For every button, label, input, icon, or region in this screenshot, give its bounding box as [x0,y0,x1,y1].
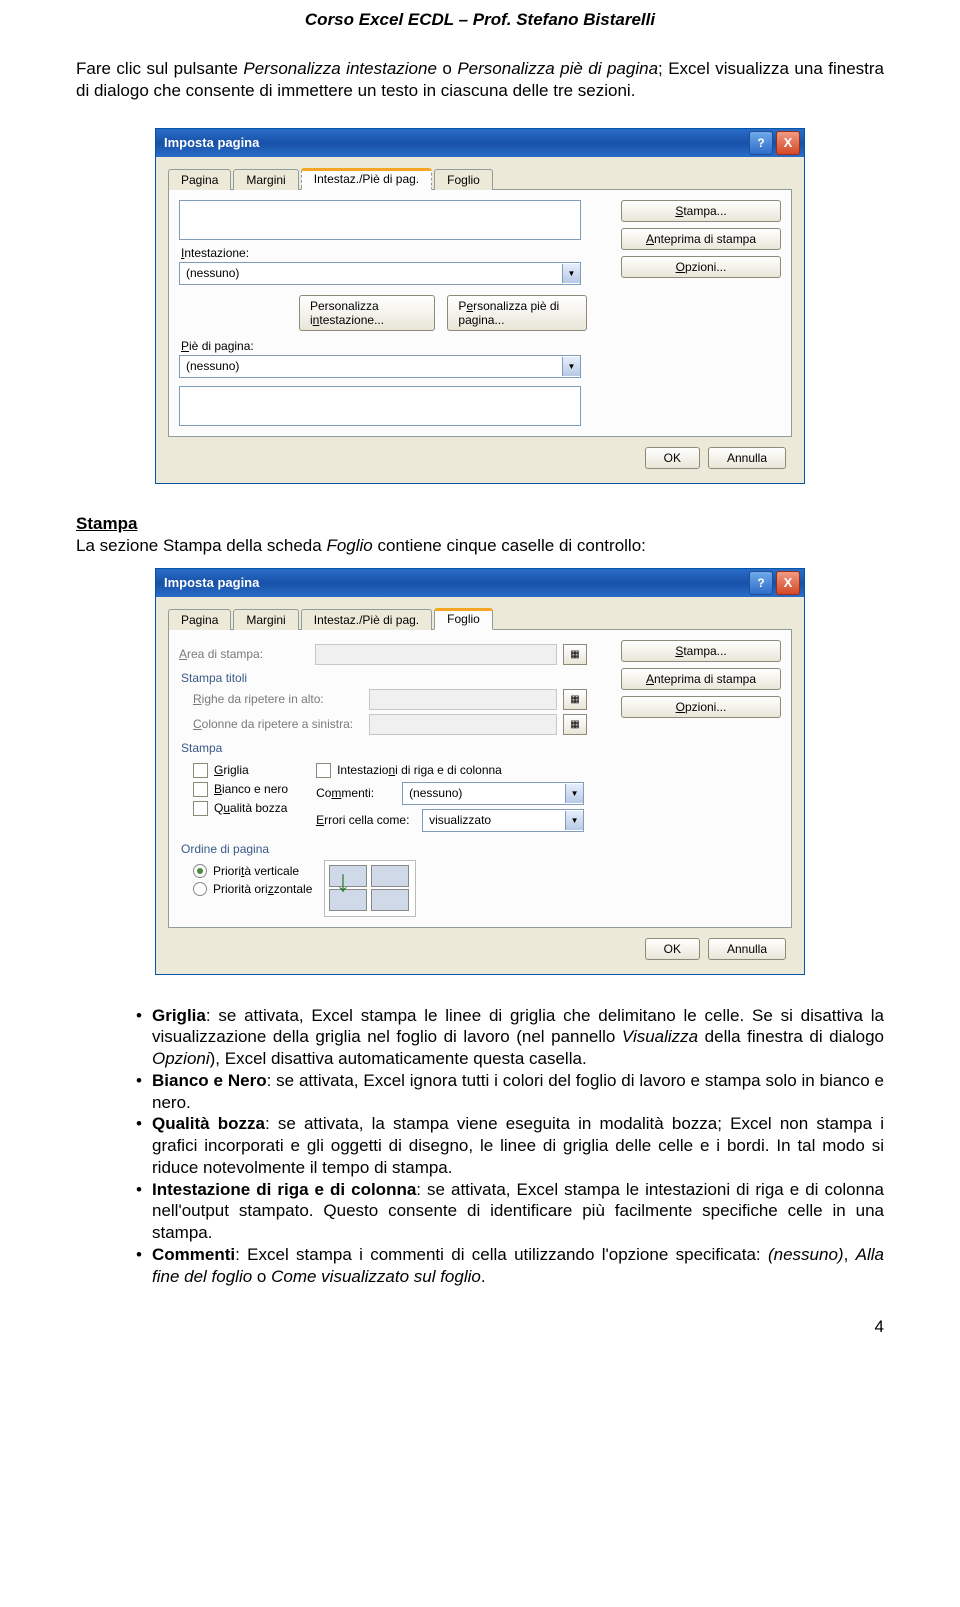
lbl-errori: Errori cella come: [316,813,416,827]
combo-commenti[interactable]: (nessuno)▼ [402,782,584,805]
page-header: Corso Excel ECDL – Prof. Stefano Bistare… [76,10,884,30]
chk-bianco-nero[interactable]: Bianco e nero [193,782,288,797]
titlebar: Imposta pagina ? X [156,569,804,597]
annulla-button[interactable]: Annulla [708,447,786,469]
righe-ripetere-input[interactable] [369,689,557,710]
chk-griglia[interactable]: Griglia [193,763,288,778]
anteprima-button[interactable]: Anteprima di stampa [621,668,781,690]
tab-pagina[interactable]: Pagina [168,169,231,190]
titlebar: Imposta pagina ? X [156,129,804,157]
group-stampa-titoli: Stampa titoli [181,671,587,685]
personalizza-intestazione-button[interactable]: Personalizza intestazione... [299,295,435,331]
lbl-commenti: Commenti: [316,786,396,800]
ok-button[interactable]: OK [645,447,700,469]
lbl-pie: Piè di pagina: [181,339,587,353]
stampa-button[interactable]: Stampa... [621,640,781,662]
ok-button[interactable]: OK [645,938,700,960]
range-picker-icon[interactable]: ▦ [563,644,587,665]
tab-pagina[interactable]: Pagina [168,609,231,630]
chevron-down-icon[interactable]: ▼ [562,264,580,283]
group-ordine-pagina: Ordine di pagina [181,842,587,856]
bullet-list: Griglia: se attivata, Excel stampa le li… [96,1005,884,1288]
close-button[interactable]: X [776,571,800,595]
header-preview [179,200,581,240]
lbl-righe-ripetere: Righe da ripetere in alto: [193,692,363,706]
help-button[interactable]: ? [749,131,773,155]
personalizza-pie-button[interactable]: Personalizza piè di pagina... [447,295,587,331]
lbl-intestazione: Intestazione: [181,246,587,260]
close-button[interactable]: X [776,131,800,155]
combo-pie[interactable]: (nessuno) ▼ [179,355,581,378]
tabs: Pagina Margini Intestaz./Piè di pag. Fog… [168,607,792,630]
range-picker-icon[interactable]: ▦ [563,689,587,710]
tab-foglio[interactable]: Foglio [434,169,493,190]
lbl-area-stampa: Area di stampa: [179,647,309,661]
radio-priorita-verticale[interactable]: Priorità verticale [193,864,312,878]
tab-intestaz[interactable]: Intestaz./Piè di pag. [301,168,432,190]
anteprima-button[interactable]: Anteprima di stampa [621,228,781,250]
range-picker-icon[interactable]: ▦ [563,714,587,735]
annulla-button[interactable]: Annulla [708,938,786,960]
intro-paragraph: Fare clic sul pulsante Personalizza inte… [76,58,884,102]
list-item: Intestazione di riga e di colonna: se at… [136,1179,884,1244]
page-order-preview-icon: ↓ [324,860,416,917]
page-number: 4 [76,1317,884,1337]
tab-foglio[interactable]: Foglio [434,608,493,630]
window-title: Imposta pagina [160,575,746,590]
tab-margini[interactable]: Margini [233,609,298,630]
list-item: Griglia: se attivata, Excel stampa le li… [136,1005,884,1070]
combo-errori[interactable]: visualizzato▼ [422,809,584,832]
opzioni-button[interactable]: Opzioni... [621,256,781,278]
footer-preview [179,386,581,426]
section-intro: La sezione Stampa della scheda Foglio co… [76,536,884,556]
tab-margini[interactable]: Margini [233,169,298,190]
list-item: Qualità bozza: se attivata, la stampa vi… [136,1113,884,1178]
chk-qualita-bozza[interactable]: Qualità bozza [193,801,288,816]
section-title-stampa: Stampa [76,514,884,534]
dialog-imposta-pagina-1: Imposta pagina ? X Pagina Margini Intest… [155,128,805,484]
chevron-down-icon[interactable]: ▼ [565,811,583,830]
group-stampa: Stampa [181,741,587,755]
tab-panel-foglio: Stampa... Anteprima di stampa Opzioni...… [168,630,792,928]
dialog-imposta-pagina-2: Imposta pagina ? X Pagina Margini Intest… [155,568,805,975]
colonne-ripetere-input[interactable] [369,714,557,735]
combo-intestazione[interactable]: (nessuno) ▼ [179,262,581,285]
stampa-button[interactable]: Stampa... [621,200,781,222]
window-title: Imposta pagina [160,135,746,150]
tab-panel-intestaz: Stampa... Anteprima di stampa Opzioni...… [168,190,792,437]
radio-priorita-orizzontale[interactable]: Priorità orizzontale [193,882,312,896]
list-item: Bianco e Nero: se attivata, Excel ignora… [136,1070,884,1114]
chevron-down-icon[interactable]: ▼ [562,357,580,376]
tab-intestaz[interactable]: Intestaz./Piè di pag. [301,609,432,630]
chk-intestazioni-rc[interactable]: Intestazioni di riga e di colonna [316,763,584,778]
list-item: Commenti: Excel stampa i commenti di cel… [136,1244,884,1288]
area-stampa-input[interactable] [315,644,557,665]
opzioni-button[interactable]: Opzioni... [621,696,781,718]
lbl-colonne-ripetere: Colonne da ripetere a sinistra: [193,717,363,731]
chevron-down-icon[interactable]: ▼ [565,784,583,803]
tabs: Pagina Margini Intestaz./Piè di pag. Fog… [168,167,792,190]
help-button[interactable]: ? [749,571,773,595]
